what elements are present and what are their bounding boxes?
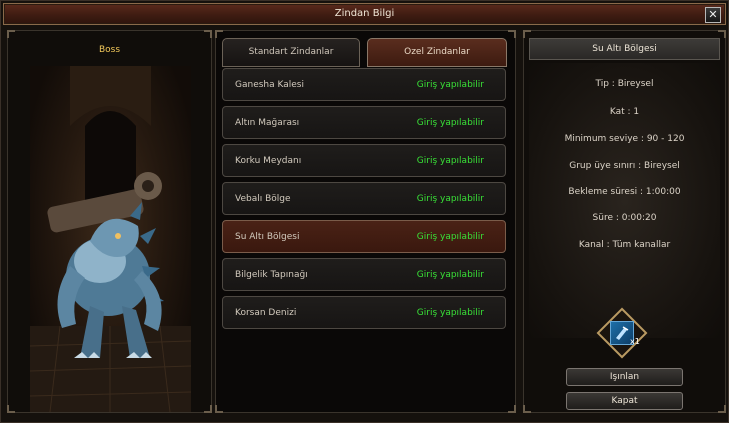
dungeon-status: Giriş yapılabilir	[416, 80, 484, 90]
dungeon-row-su-alti-bolgesi[interactable]: Su Altı Bölgesi Giriş yapılabilir	[222, 220, 506, 253]
frame-corner	[508, 30, 516, 38]
dungeon-name: Su Altı Bölgesi	[235, 232, 300, 242]
selected-dungeon-title: Su Altı Bölgesi	[529, 38, 720, 60]
dungeon-status: Giriş yapılabilir	[416, 118, 484, 128]
dungeon-name: Vebalı Bölge	[235, 194, 291, 204]
dungeon-info-window: Zindan Bilgi ✕ Boss Standart Zindanlar O…	[0, 0, 729, 423]
dungeon-name: Altın Mağarası	[235, 118, 300, 128]
frame-corner	[7, 30, 15, 38]
dungeon-status: Giriş yapılabilir	[416, 194, 484, 204]
frame-corner	[204, 30, 212, 38]
dungeon-row-vebali-bolge[interactable]: Vebalı Bölge Giriş yapılabilir	[222, 182, 506, 215]
frame-corner	[508, 405, 516, 413]
frame-corner	[718, 30, 726, 38]
tab-standard-dungeons[interactable]: Standart Zindanlar	[222, 38, 360, 67]
dungeon-floor: Kat : 1	[609, 107, 640, 117]
dungeon-detail-panel: Su Altı Bölgesi Tip : Bireysel Kat : 1 M…	[523, 30, 726, 413]
close-icon[interactable]: ✕	[705, 7, 721, 23]
frame-corner	[215, 30, 223, 38]
dungeon-type: Tip : Bireysel	[595, 79, 654, 89]
frame-corner	[523, 405, 531, 413]
boss-label: Boss	[98, 45, 121, 55]
dungeon-status: Giriş yapılabilir	[416, 308, 484, 318]
dungeon-min-level: Minimum seviye : 90 - 120	[564, 134, 685, 144]
close-button[interactable]: Kapat	[566, 392, 683, 410]
dungeon-name: Ganesha Kalesi	[235, 80, 304, 90]
dungeon-status: Giriş yapılabilir	[416, 156, 484, 166]
dungeon-name: Korku Meydanı	[235, 156, 302, 166]
frame-corner	[215, 405, 223, 413]
dungeon-status: Giriş yapılabilir	[416, 232, 484, 242]
dungeon-row-bilgelik-tapinagi[interactable]: Bilgelik Tapınağı Giriş yapılabilir	[222, 258, 506, 291]
dungeon-status: Giriş yapılabilir	[416, 270, 484, 280]
boss-panel: Boss	[7, 30, 212, 413]
boss-preview-image	[30, 66, 191, 412]
tab-special-dungeons[interactable]: Ozel Zindanlar	[367, 38, 507, 67]
dungeon-channel: Kanal : Tüm kanallar	[578, 240, 671, 250]
frame-corner	[523, 30, 531, 38]
dungeon-list-panel: Standart Zindanlar Ozel Zindanlar Ganesh…	[215, 30, 516, 413]
title-bar[interactable]: Zindan Bilgi ✕	[3, 3, 726, 25]
dungeon-duration: Süre : 0:00:20	[592, 213, 657, 223]
frame-corner	[204, 405, 212, 413]
reward-count: x1	[630, 337, 640, 346]
dungeon-row-korku-meydani[interactable]: Korku Meydanı Giriş yapılabilir	[222, 144, 506, 177]
dungeon-group-limit: Grup üye sınırı : Bireysel	[569, 161, 680, 171]
dungeon-row-korsan-denizi[interactable]: Korsan Denizi Giriş yapılabilir	[222, 296, 506, 329]
dungeon-row-altin-magarasi[interactable]: Altın Mağarası Giriş yapılabilir	[222, 106, 506, 139]
dungeon-name: Bilgelik Tapınağı	[235, 270, 308, 280]
frame-corner	[718, 405, 726, 413]
dungeon-details: Tip : Bireysel Kat : 1 Minimum seviye : …	[529, 63, 720, 338]
dungeon-list: Ganesha Kalesi Giriş yapılabilir Altın M…	[222, 68, 506, 334]
dungeon-row-ganesha-kalesi[interactable]: Ganesha Kalesi Giriş yapılabilir	[222, 68, 506, 101]
boss-creature-illustration	[30, 66, 191, 412]
teleport-button[interactable]: Işınlan	[566, 368, 683, 386]
dungeon-cooldown: Bekleme süresi : 1:00:00	[568, 187, 681, 197]
frame-corner	[7, 405, 15, 413]
dungeon-name: Korsan Denizi	[235, 308, 297, 318]
window-title: Zindan Bilgi	[334, 8, 395, 19]
